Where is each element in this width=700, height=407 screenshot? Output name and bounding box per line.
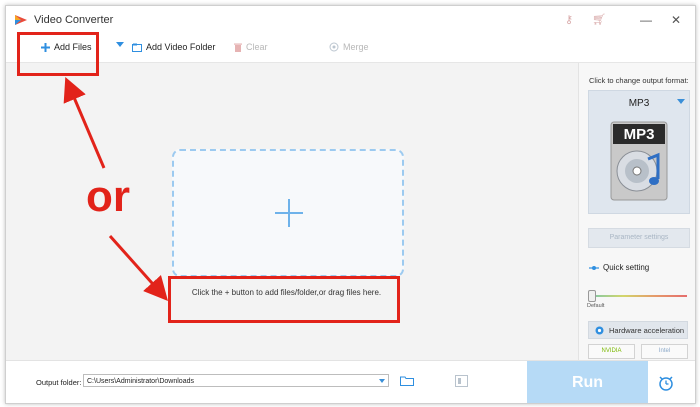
- arrow-to-add-files: [63, 76, 106, 169]
- annotation-or-text: or: [86, 172, 130, 221]
- arrow-to-drop-hint: [108, 235, 168, 301]
